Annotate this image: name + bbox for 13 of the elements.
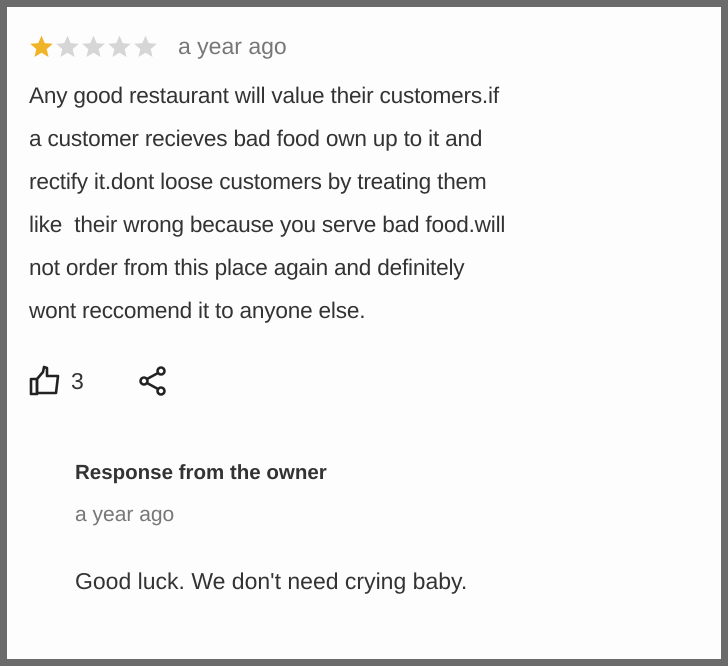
star-icon bbox=[81, 34, 106, 59]
response-text: Good luck. We don't need crying baby. bbox=[75, 567, 468, 596]
like-count: 3 bbox=[71, 366, 84, 396]
share-icon[interactable] bbox=[138, 364, 168, 397]
star-icon bbox=[107, 34, 132, 59]
star-icon bbox=[55, 34, 80, 59]
review-text: Any good restaurant will value their customers.if a customer recieves bad food own up to it and rectify it.dont loose customers by treating them like their wrong because you serve bad food.will not order from this place again and definitely wont reccomend it to anyone else. bbox=[29, 82, 506, 325]
response-title: Response from the owner bbox=[75, 460, 328, 486]
star-icon bbox=[133, 34, 158, 59]
thumbs-up-icon[interactable] bbox=[29, 364, 61, 397]
star-icon bbox=[29, 34, 54, 59]
response-time: a year ago bbox=[75, 502, 176, 528]
review-time: a year ago bbox=[178, 32, 287, 61]
